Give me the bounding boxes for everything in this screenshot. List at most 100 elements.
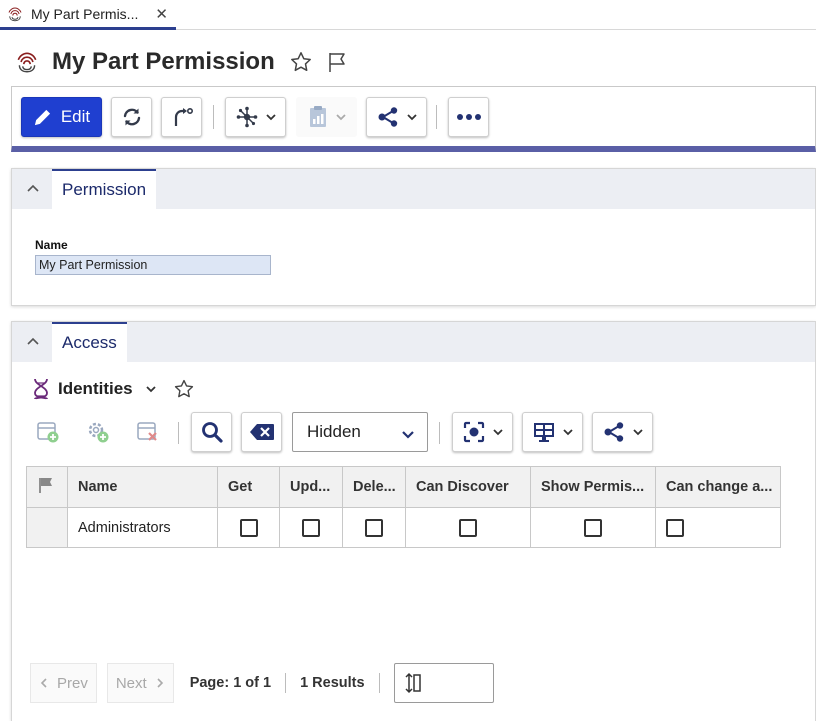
delete-row-button[interactable]: [128, 412, 168, 452]
chevron-down-icon: [265, 114, 276, 121]
access-panel-header: Access: [12, 322, 815, 362]
flag-icon: [39, 478, 52, 493]
toolbar-separator: [213, 105, 214, 129]
page-size-control[interactable]: [393, 663, 494, 703]
page-info: Page: 1 of 1: [189, 675, 272, 691]
chevron-down-icon: [335, 114, 346, 121]
network-icon: [236, 106, 257, 128]
clipboard-chart-icon: [309, 106, 326, 127]
lifecycle-arrow-icon: [174, 107, 193, 126]
close-tab-icon[interactable]: ✕: [155, 5, 168, 23]
select-mode-menu-button[interactable]: [452, 412, 513, 452]
get-cell: [217, 507, 280, 548]
clear-search-button[interactable]: [241, 412, 282, 452]
chevron-down-icon: [632, 429, 643, 436]
favorite-star-icon[interactable]: [289, 50, 313, 74]
dna-icon: [34, 378, 48, 400]
identities-label: Identities: [58, 379, 133, 398]
access-panel: Access Identities Hidden Name Get Upd...…: [11, 321, 816, 721]
results-count: 1 Results: [300, 675, 365, 691]
show-permissions-cell: [530, 507, 656, 548]
delete-cell: [342, 507, 406, 548]
name-field[interactable]: My Part Permission: [35, 255, 271, 275]
share-menu-button[interactable]: [366, 97, 427, 137]
permission-panel-header: Permission: [12, 169, 815, 209]
chevron-down-icon: [492, 429, 503, 436]
update-cell: [279, 507, 343, 548]
pencil-icon: [34, 109, 50, 126]
document-tab[interactable]: My Part Permis... ✕: [0, 0, 176, 30]
column-header-can-change-access[interactable]: Can change a...: [655, 466, 781, 508]
display-menu-button[interactable]: [522, 412, 583, 452]
more-actions-button[interactable]: [448, 97, 489, 137]
flag-icon[interactable]: [325, 50, 349, 74]
search-button[interactable]: [191, 412, 232, 452]
backspace-icon: [249, 424, 274, 440]
permission-panel: Permission Name My Part Permission: [11, 168, 816, 306]
refresh-button[interactable]: [111, 97, 152, 137]
view-mode-select[interactable]: Hidden: [292, 412, 428, 452]
view-mode-select-value: Hidden: [307, 422, 361, 441]
pager: Prev Next Page: 1 of 1 1 Results: [30, 663, 494, 703]
column-header-delete[interactable]: Dele...: [342, 466, 406, 508]
can-change-access-checkbox[interactable]: [666, 518, 684, 537]
chevron-up-icon[interactable]: [26, 335, 40, 349]
add-related-button[interactable]: [78, 412, 118, 452]
delete-checkbox[interactable]: [365, 518, 383, 537]
column-header-show-permissions[interactable]: Show Permis...: [530, 466, 656, 508]
page-header: My Part Permission: [14, 44, 349, 80]
tab-permission[interactable]: Permission: [52, 169, 157, 209]
prev-page-button[interactable]: Prev: [30, 663, 97, 703]
pager-separator: [285, 673, 287, 693]
more-dots-icon: [456, 114, 481, 120]
grid-toolbar-separator: [439, 422, 440, 444]
document-tab-title: My Part Permis...: [31, 5, 139, 22]
monitor-icon: [533, 423, 554, 442]
fingerprint-icon: [17, 52, 37, 73]
chevron-down-icon: [406, 114, 417, 121]
next-page-button[interactable]: Next: [106, 663, 174, 703]
favorite-star-icon[interactable]: [173, 378, 195, 400]
get-checkbox[interactable]: [239, 518, 258, 537]
add-row-button[interactable]: [28, 412, 68, 452]
add-row-icon: [37, 422, 59, 443]
column-header-update[interactable]: Upd...: [279, 466, 343, 508]
row-height-icon: [405, 672, 421, 694]
reports-menu-button[interactable]: [296, 97, 357, 137]
update-checkbox[interactable]: [302, 518, 320, 537]
chevron-down-icon[interactable]: [145, 383, 157, 395]
column-header-name[interactable]: Name: [67, 466, 218, 508]
chevron-down-icon: [562, 429, 573, 436]
refresh-icon: [123, 108, 140, 126]
column-header-can-discover[interactable]: Can Discover: [405, 466, 531, 508]
share-icon: [604, 422, 623, 442]
grid-share-menu-button[interactable]: [592, 412, 653, 452]
can-discover-checkbox[interactable]: [459, 518, 477, 537]
flag-column-header[interactable]: [26, 466, 68, 508]
main-toolbar: Edit: [11, 86, 816, 152]
edit-button[interactable]: Edit: [21, 97, 102, 137]
toolbar-separator: [436, 105, 437, 129]
pager-separator: [378, 673, 380, 693]
tab-access[interactable]: Access: [52, 322, 127, 362]
row-flag-cell[interactable]: [26, 507, 68, 548]
promote-button[interactable]: [161, 97, 202, 137]
share-icon: [378, 107, 397, 127]
next-page-label: Next: [115, 674, 147, 692]
document-tabstrip: My Part Permis... ✕: [0, 0, 816, 30]
can-discover-cell: [405, 507, 531, 548]
can-change-access-cell: [655, 507, 781, 548]
relationships-menu-button[interactable]: [225, 97, 286, 137]
column-header-get[interactable]: Get: [217, 466, 280, 508]
search-icon: [201, 422, 223, 443]
chevron-right-icon: [157, 678, 163, 688]
row-name-cell[interactable]: Administrators: [67, 507, 218, 548]
grid-toolbar-separator: [178, 422, 179, 444]
edit-button-label: Edit: [60, 107, 91, 126]
table-row[interactable]: Administrators: [26, 507, 781, 548]
delete-row-icon: [137, 422, 157, 441]
show-permissions-checkbox[interactable]: [584, 518, 602, 537]
name-field-label: Name: [35, 238, 68, 252]
chevron-up-icon[interactable]: [26, 182, 40, 196]
gear-add-icon: [88, 422, 109, 443]
